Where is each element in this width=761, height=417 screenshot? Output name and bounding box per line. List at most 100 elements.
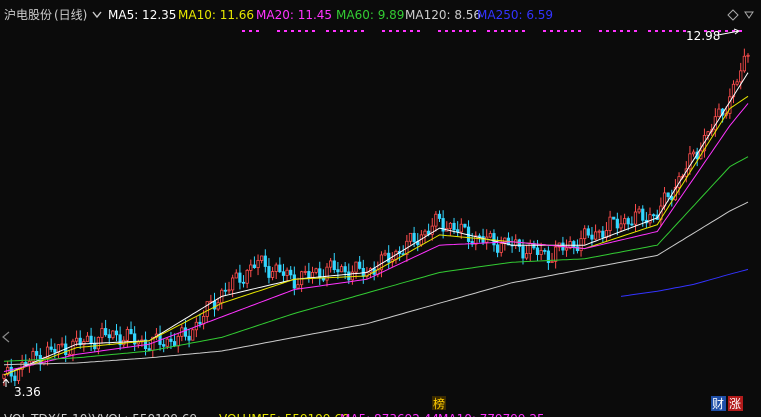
- signal-dot: [725, 30, 728, 32]
- signal-dot: [382, 30, 385, 32]
- signal-dot: [515, 30, 518, 32]
- candle-body: [543, 250, 547, 252]
- candle-body: [249, 264, 253, 271]
- ma-legend-item: MA60: 9.89: [336, 8, 404, 22]
- kline-chart-panel[interactable]: 沪电股份 (日线) MA5: 12.35 MA10: 11.66 MA20: 11.…: [0, 0, 761, 417]
- candle-body: [728, 96, 732, 114]
- signal-dot: [606, 30, 609, 32]
- volume-legend-item: VVOL: 550199.69: [92, 412, 197, 417]
- bang-badge[interactable]: 榜: [432, 396, 446, 411]
- candle-body: [601, 230, 605, 238]
- volume-legend-item: MA10: 779799.25: [438, 412, 545, 417]
- candle-body: [590, 234, 594, 240]
- ma-legend-item: MA10: 11.66: [178, 8, 254, 22]
- candle-body: [343, 266, 347, 273]
- zhang-badge[interactable]: 涨: [728, 396, 743, 411]
- candle-body: [648, 214, 652, 224]
- candle-body: [514, 239, 518, 246]
- candle-body: [637, 208, 641, 213]
- cai-badge[interactable]: 财: [711, 396, 726, 411]
- candle-body: [35, 351, 39, 356]
- ma-legend: MA5: 12.35 MA10: 11.66 MA20: 11.45 MA60: 9.…: [108, 8, 553, 22]
- signal-dot: [347, 30, 350, 32]
- candle-body: [162, 344, 166, 347]
- cai-badge-label: 财: [712, 397, 724, 411]
- candle-body: [49, 346, 53, 350]
- signal-dot: [494, 30, 497, 32]
- volume-legend-item: MA5: 873692.44: [340, 412, 439, 417]
- candle-body: [223, 289, 227, 292]
- candle-body: [278, 264, 282, 273]
- candle-body: [597, 230, 601, 233]
- candle-body: [608, 216, 612, 231]
- candle-body: [241, 281, 246, 284]
- candle-body: [238, 272, 242, 283]
- candle-body: [129, 328, 133, 335]
- signal-dot: [438, 30, 441, 32]
- kline-chart[interactable]: 沪电股份 (日线) MA5: 12.35 MA10: 11.66 MA20: 11.…: [0, 0, 761, 417]
- candle-body: [579, 238, 583, 252]
- candle-body: [318, 268, 322, 279]
- low-price-label: 3.36: [14, 385, 41, 399]
- candle-body: [593, 231, 598, 240]
- candle-body: [85, 335, 90, 342]
- candle-body: [525, 253, 529, 259]
- candle-body: [612, 216, 616, 220]
- maximize-icon[interactable]: [744, 11, 754, 19]
- signal-dot: [305, 30, 308, 32]
- signal-dot: [403, 30, 406, 32]
- signal-dot: [249, 30, 252, 32]
- signal-dot: [662, 30, 665, 32]
- ma-line-ma250: [620, 268, 749, 297]
- signal-dot: [452, 30, 455, 32]
- candle-body: [735, 81, 739, 85]
- candle-body: [307, 271, 311, 278]
- candle-body: [231, 277, 235, 291]
- candle-body: [739, 70, 743, 83]
- period-label: (日线): [54, 8, 87, 22]
- signal-dot: [389, 30, 392, 32]
- candle-body: [74, 337, 79, 342]
- scroll-left-icon[interactable]: [2, 331, 10, 343]
- candle-body: [623, 218, 627, 225]
- candle-body: [310, 272, 315, 278]
- candle-body: [285, 269, 289, 276]
- signal-dot: [571, 30, 574, 32]
- signal-dot: [508, 30, 511, 32]
- candle-body: [539, 250, 543, 255]
- candle-body: [169, 338, 173, 342]
- signal-dot: [277, 30, 280, 32]
- chevron-down-icon[interactable]: [92, 11, 102, 19]
- candle-body: [358, 261, 362, 269]
- candle-body: [742, 55, 746, 72]
- candle-body: [423, 230, 427, 236]
- candle-body: [256, 260, 260, 269]
- candle-body: [16, 369, 21, 381]
- signal-dot: [459, 30, 462, 32]
- signal-dot: [410, 30, 413, 32]
- candle-body: [535, 247, 540, 255]
- signal-dot: [312, 30, 315, 32]
- diamond-icon[interactable]: [727, 9, 739, 21]
- candle-body: [245, 269, 249, 284]
- candle-body: [125, 328, 129, 341]
- candle-body: [564, 247, 569, 251]
- signal-dot: [396, 30, 399, 32]
- ma-legend-item: MA120: 8.56: [405, 8, 481, 22]
- signal-dot: [361, 30, 364, 32]
- candle-body: [187, 335, 191, 341]
- candle-body: [165, 338, 169, 347]
- candle-body: [234, 272, 238, 279]
- candle-body: [583, 228, 587, 240]
- candle-body: [495, 244, 500, 253]
- signal-dot: [578, 30, 581, 32]
- candle-body: [60, 343, 64, 346]
- high-annotation: 12.98: [686, 28, 740, 43]
- candle-body: [198, 321, 202, 325]
- candle-body: [114, 330, 119, 336]
- candle-body: [274, 264, 278, 272]
- candle-body: [332, 260, 336, 271]
- stock-name: 沪电股份: [4, 8, 52, 22]
- candle-body: [281, 271, 286, 276]
- signal-dot: [473, 30, 476, 32]
